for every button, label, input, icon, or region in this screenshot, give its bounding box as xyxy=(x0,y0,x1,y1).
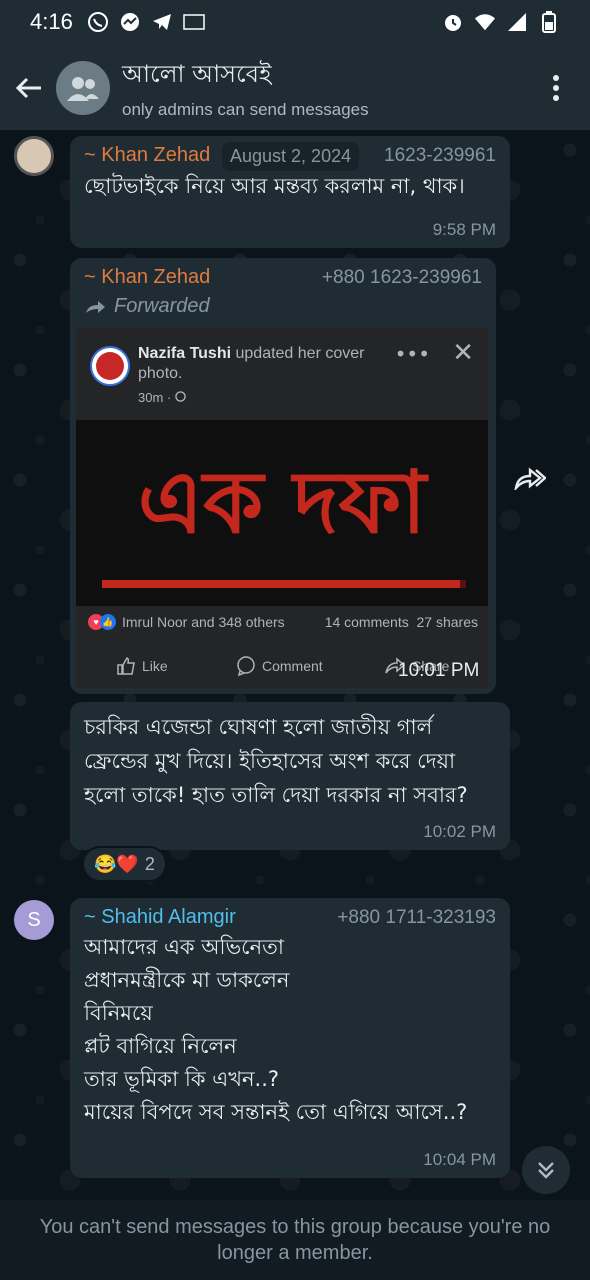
gmail-icon xyxy=(183,11,205,33)
fb-author-avatar xyxy=(90,346,130,386)
fb-more-icon: ••• xyxy=(394,342,430,366)
sender-name[interactable]: ~ Khan Zehad xyxy=(84,266,210,289)
message-bubble[interactable]: ~ Shahid Alamgir +880 1711-323193 আমাদের… xyxy=(70,898,510,1178)
fb-close-icon: ✕ xyxy=(452,338,474,368)
sender-phone: +880 1623-239961 xyxy=(321,267,482,288)
fb-shares-count: 27 shares xyxy=(416,614,478,630)
scroll-to-bottom-button[interactable] xyxy=(522,1146,570,1194)
sender-name[interactable]: ~ Khan Zehad xyxy=(84,144,210,167)
message-line: আমাদের এক অভিনেতা xyxy=(84,935,284,959)
message-line: প্রধানমন্ত্রীকে মা ডাকলেন xyxy=(84,968,290,992)
message-line: তার ভূমিকা কি এখন..? xyxy=(84,1067,280,1091)
facebook-post-card[interactable]: Nazifa Tushi updated her cover photo. 30… xyxy=(76,328,488,688)
comment-icon xyxy=(237,656,255,676)
sender-phone: +880 1711-323193 xyxy=(337,907,496,928)
message-text: চরকির এজেন্ডা ঘোষণা হলো জাতীয় গার্ল ফ্র… xyxy=(84,715,468,807)
footer-text: You can't send messages to this group be… xyxy=(39,1216,551,1264)
fb-like-button: Like xyxy=(116,657,168,675)
signal-icon xyxy=(506,11,528,33)
messenger-icon xyxy=(119,11,141,33)
sender-name[interactable]: ~ Shahid Alamgir xyxy=(84,906,236,929)
back-button[interactable] xyxy=(4,58,54,118)
more-options-button[interactable] xyxy=(536,58,576,118)
forwarded-text: Forwarded xyxy=(114,295,210,317)
fb-comments-count: 14 comments xyxy=(324,614,409,630)
fb-post-title: Nazifa Tushi updated her cover photo. xyxy=(138,344,398,384)
message-line: বিনিময়ে xyxy=(84,1001,153,1025)
date-chip: August 2, 2024 xyxy=(222,142,360,171)
reaction-emojis: 😂❤️ xyxy=(94,853,139,874)
fb-reaction-icons: ♥ 👍 xyxy=(88,614,116,630)
sender-phone: 1623-239961 xyxy=(384,145,496,166)
telegram-icon xyxy=(151,11,173,33)
fb-reaction-count: Imrul Noor and 348 others xyxy=(122,614,285,630)
comment-label: Comment xyxy=(262,658,323,674)
back-arrow-icon xyxy=(15,77,41,99)
message-line: মায়ের বিপদে সব সন্তানই তো এগিয়ে আসে..? xyxy=(84,1100,468,1124)
message-reactions[interactable]: 😂❤️ 2 xyxy=(82,846,167,882)
thumbs-up-icon xyxy=(117,657,135,675)
message-time: 10:02 PM xyxy=(423,822,496,841)
alarm-icon xyxy=(442,11,464,33)
group-avatar[interactable] xyxy=(56,61,110,115)
message-text: আমাদের এক অভিনেতা প্রধানমন্ত্রীকে মা ডাক… xyxy=(84,931,496,1129)
wifi-icon xyxy=(474,11,496,33)
message-text: ছোটভাইকে নিয়ে আর মন্তব্য করলাম না, থাক। xyxy=(84,174,465,198)
fb-post-time: 30m · xyxy=(138,390,186,405)
chat-header: আলো আসবেই only admins can send messages xyxy=(0,44,590,132)
status-time: 4:16 xyxy=(30,9,73,34)
like-reaction-icon: 👍 xyxy=(100,614,116,630)
fb-author-name: Nazifa Tushi xyxy=(138,345,232,362)
status-bar: 4:16 xyxy=(0,0,590,44)
forward-button[interactable] xyxy=(508,456,552,500)
double-chevron-down-icon xyxy=(538,1162,554,1179)
kebab-menu-icon xyxy=(553,75,559,101)
like-label: Like xyxy=(142,658,168,674)
cover-text: এক দফা xyxy=(138,453,430,553)
message-time: 10:01 PM xyxy=(398,660,480,681)
fb-time-text: 30m · xyxy=(138,390,175,405)
reaction-count: 2 xyxy=(144,853,155,874)
fb-stats: 14 comments 27 shares xyxy=(325,614,478,630)
message-time: 9:58 PM xyxy=(432,220,496,239)
forwarded-icon xyxy=(86,300,105,313)
globe-icon xyxy=(175,391,186,402)
fb-reactions-row: ♥ 👍 Imrul Noor and 348 others 14 comments… xyxy=(88,614,478,630)
forward-icon xyxy=(514,467,546,490)
forwarded-label: Forwarded xyxy=(84,295,482,318)
message-line: প্লট বাগিয়ে নিলেন xyxy=(84,1034,237,1058)
group-icon xyxy=(67,77,99,101)
message-bubble[interactable]: চরকির এজেন্ডা ঘোষণা হলো জাতীয় গার্ল ফ্র… xyxy=(70,702,510,850)
fb-cover-image: এক দফা xyxy=(76,420,488,606)
group-name[interactable]: আলো আসবেই xyxy=(122,56,369,96)
footer-notice: You can't send messages to this group be… xyxy=(0,1200,590,1280)
sender-avatar[interactable]: S xyxy=(14,900,54,940)
fb-comment-button: Comment xyxy=(236,656,323,676)
message-time: 10:04 PM xyxy=(423,1150,496,1169)
sender-avatar[interactable] xyxy=(14,136,54,176)
whatsapp-icon xyxy=(87,11,109,33)
group-subtitle: only admins can send messages xyxy=(122,100,369,119)
header-text[interactable]: আলো আসবেই only admins can send messages xyxy=(122,56,369,120)
battery-icon xyxy=(538,11,560,33)
